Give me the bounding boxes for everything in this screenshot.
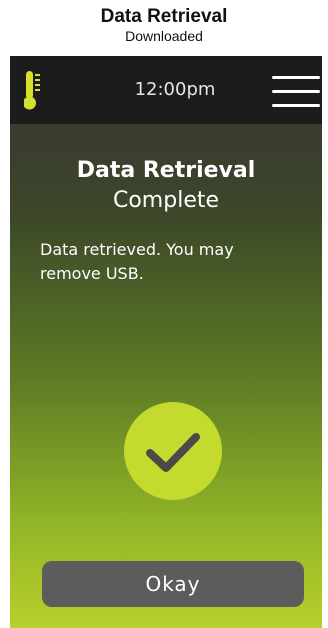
clock-time: 12:00pm — [134, 79, 216, 100]
dialog-title-primary: Data Retrieval — [76, 158, 256, 183]
checkmark-icon — [124, 402, 222, 500]
device-screen: 12:00pm Data Retrieval Complete Data ret… — [10, 56, 322, 628]
hamburger-menu-icon[interactable] — [272, 74, 320, 108]
caption-subtitle: Downloaded — [125, 28, 203, 44]
okay-button[interactable]: Okay — [42, 561, 304, 607]
thermometer-icon — [23, 71, 44, 111]
dialog-title: Data Retrieval Complete — [10, 156, 322, 216]
caption-title: Data Retrieval — [100, 6, 228, 27]
dialog-title-secondary: Complete — [112, 188, 220, 213]
completion-dialog: Data Retrieval Complete Data retrieved. … — [10, 124, 322, 628]
dialog-message: Data retrieved. You may remove USB. — [40, 240, 234, 283]
status-bar: 12:00pm — [10, 56, 322, 124]
figure-caption: Data Retrieval Downloaded — [0, 6, 328, 44]
